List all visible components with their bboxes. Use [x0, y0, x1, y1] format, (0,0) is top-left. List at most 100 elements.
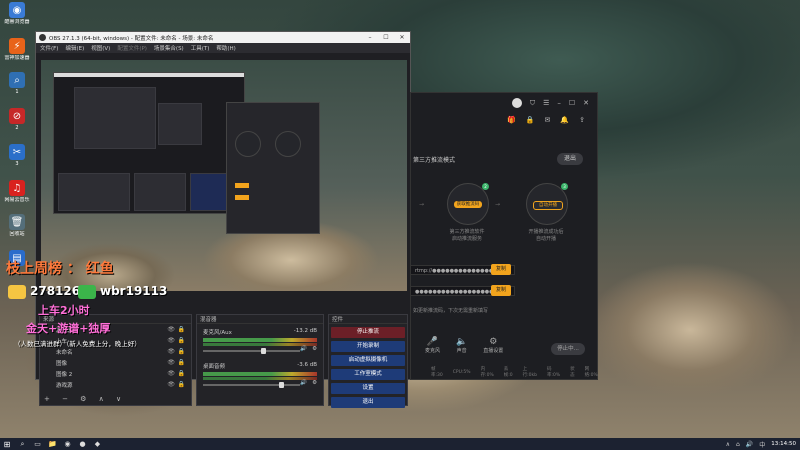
speaker-icon[interactable]: 🔊 — [300, 346, 307, 352]
gear-icon[interactable]: ⚙ — [312, 380, 317, 386]
desktop-icon-accelerator[interactable]: ⚡ 雷神加速器 — [2, 38, 32, 61]
copy-server-button[interactable]: 复制 — [491, 264, 511, 275]
step-auto-live[interactable]: 3 自动开播 — [526, 183, 568, 225]
desktop-icon-recycle[interactable]: 🗑 回收站 — [2, 214, 32, 237]
menu-scene-collection[interactable]: 场景集合(S) — [154, 44, 184, 52]
get-key-button[interactable]: 获取推流码 — [454, 201, 482, 208]
desktop-icon-browser[interactable]: ◉ 酷睿浏览器 — [2, 2, 32, 25]
eye-icon[interactable]: 👁 — [167, 381, 175, 388]
shirt-icon[interactable]: ⛉ — [530, 99, 535, 108]
step-get-key[interactable]: 2 获取推流码 — [447, 183, 489, 225]
menu-profile[interactable]: 配置文件(P) — [117, 44, 147, 52]
desktop-icon-1[interactable]: ⌕ 1 — [2, 72, 32, 95]
search-icon: ⌕ — [9, 72, 25, 88]
volume-icon[interactable]: 🔊 — [746, 441, 753, 448]
copy-key-button[interactable]: 复制 — [491, 285, 511, 296]
menu-help[interactable]: 帮助(H) — [216, 44, 235, 52]
lock-icon[interactable]: 🔒 — [526, 116, 535, 124]
wechat-row: wbr19113 — [78, 284, 167, 299]
lock-icon[interactable]: 🔒 — [178, 337, 185, 344]
chevron-up-icon[interactable]: ∧ — [726, 441, 730, 448]
nested-app-preview — [226, 102, 320, 234]
microphone-icon: 🎤 — [426, 337, 439, 347]
app-titlebar: ⛉ ☰ – ☐ ✕ — [411, 93, 597, 113]
exit-mode-button[interactable]: 退出 — [557, 153, 583, 165]
gear-icon[interactable]: ⚙ — [312, 346, 317, 352]
settings-icon: ⚙ — [489, 337, 498, 347]
lock-icon[interactable]: 🔒 — [178, 348, 185, 355]
obs-logo-icon — [39, 34, 46, 41]
mixer-dock: 混音器 麦克风/Aux -13.2 dB 🔊 ⚙ 桌面音频 -3.6 dB 🔊 … — [196, 314, 324, 406]
ime-indicator[interactable]: 中 — [759, 440, 765, 449]
menu-edit[interactable]: 编辑(E) — [65, 44, 84, 52]
source-item[interactable]: 游戏源 👁 🔒 — [40, 379, 191, 390]
lock-icon[interactable]: 🔒 — [178, 381, 185, 388]
menu-view[interactable]: 视图(V) — [91, 44, 110, 52]
step1-caption: 第三方推流软件 启动推流服务 — [449, 229, 485, 242]
minimize-icon[interactable]: – — [557, 99, 561, 107]
close-icon[interactable]: ✕ — [583, 99, 589, 107]
microphone-tool[interactable]: 🎤 麦克风 — [425, 337, 440, 354]
obs-icon[interactable]: ● — [78, 440, 87, 449]
browser-icon[interactable]: ◉ — [63, 440, 72, 449]
settings-button[interactable]: 设置 — [331, 383, 405, 394]
eye-icon[interactable]: 👁 — [167, 370, 175, 377]
desktop-volume-slider[interactable] — [203, 382, 300, 388]
network-icon[interactable]: ⌂ — [736, 441, 740, 448]
sound-tool[interactable]: 🔈 声音 — [456, 337, 467, 354]
app-bottom-tools: 🎤 麦克风 🔈 声音 ⚙ 直播设置 — [425, 337, 503, 354]
virtual-camera-button[interactable]: 启动虚拟摄像机 — [331, 355, 405, 366]
qq-row: 278126 — [8, 284, 80, 299]
studio-mode-button[interactable]: 工作室模式 — [331, 369, 405, 380]
eye-icon[interactable]: 👁 — [167, 337, 175, 344]
speaker-icon[interactable]: 🔊 — [300, 380, 307, 386]
live-settings-tool[interactable]: ⚙ 直播设置 — [483, 337, 503, 354]
clock[interactable]: 13:14:50 — [771, 441, 796, 447]
menu-icon[interactable]: ☰ — [543, 99, 549, 107]
menu-tools[interactable]: 工具(T) — [191, 44, 210, 52]
mixer-channel-mic: 麦克风/Aux -13.2 dB 🔊 ⚙ — [203, 328, 317, 354]
message-icon[interactable]: ✉ — [545, 116, 551, 124]
source-item[interactable]: 图像 👁 🔒 — [40, 357, 191, 368]
minimize-icon[interactable]: – — [362, 34, 378, 41]
maximize-icon[interactable]: ☐ — [569, 99, 575, 107]
sources-toolbar[interactable]: + − ⚙ ∧ ∨ — [44, 395, 126, 403]
auto-live-button[interactable]: 自动开播 — [533, 201, 563, 210]
lock-icon[interactable]: 🔒 — [178, 326, 185, 333]
gift-icon[interactable]: 🎁 — [507, 116, 516, 124]
qq-icon — [8, 284, 26, 299]
start-icon[interactable]: ⊞ — [0, 440, 14, 449]
live-status-button[interactable]: 停止中... — [551, 343, 585, 355]
mic-volume-slider[interactable] — [203, 348, 300, 354]
stop-streaming-button[interactable]: 停止推流 — [331, 327, 405, 338]
accelerator-icon: ⚡ — [9, 38, 25, 54]
share-icon[interactable]: ⇪ — [579, 116, 585, 124]
obs-titlebar: OBS 27.1.3 (64-bit, windows) - 配置文件: 未命名… — [36, 32, 410, 43]
desktop-icon-3[interactable]: ✂ 3 — [2, 144, 32, 167]
lock-icon[interactable]: 🔒 — [178, 359, 185, 366]
folder-icon[interactable]: 📁 — [48, 440, 57, 449]
obs-preview[interactable] — [41, 60, 407, 291]
desktop-icon-2[interactable]: ⊘ 2 — [2, 108, 32, 131]
controls-dock: 控件 停止推流 开始录制 启动虚拟摄像机 工作室模式 设置 退出 — [328, 314, 408, 408]
bell-icon[interactable]: 🔔 — [560, 116, 569, 124]
maximize-icon[interactable]: ☐ — [378, 34, 394, 41]
app-icon[interactable]: ◆ — [93, 440, 102, 449]
eye-icon[interactable]: 👁 — [167, 326, 175, 333]
menu-file[interactable]: 文件(F) — [40, 44, 58, 52]
source-item[interactable]: 图像 2 👁 🔒 — [40, 368, 191, 379]
exit-button[interactable]: 退出 — [331, 397, 405, 408]
search-icon[interactable]: ⌕ — [18, 440, 27, 449]
lock-icon[interactable]: 🔒 — [178, 370, 185, 377]
nested-obs-preview — [53, 72, 245, 214]
eye-icon[interactable]: 👁 — [167, 348, 175, 355]
stop-icon: ⊘ — [9, 108, 25, 124]
desktop-icon-music[interactable]: ♫ 网易云音乐 — [2, 180, 32, 203]
start-recording-button[interactable]: 开始录制 — [331, 341, 405, 352]
eye-icon[interactable]: 👁 — [167, 359, 175, 366]
update-key-tip: 如更新推流码，下次无需重新填写 — [413, 308, 489, 314]
avatar[interactable] — [511, 98, 522, 108]
task-view-icon[interactable]: ▭ — [33, 440, 42, 449]
close-icon[interactable]: ✕ — [394, 34, 410, 41]
taskbar-apps: ⌕ ▭ 📁 ◉ ● ◆ — [18, 440, 102, 449]
